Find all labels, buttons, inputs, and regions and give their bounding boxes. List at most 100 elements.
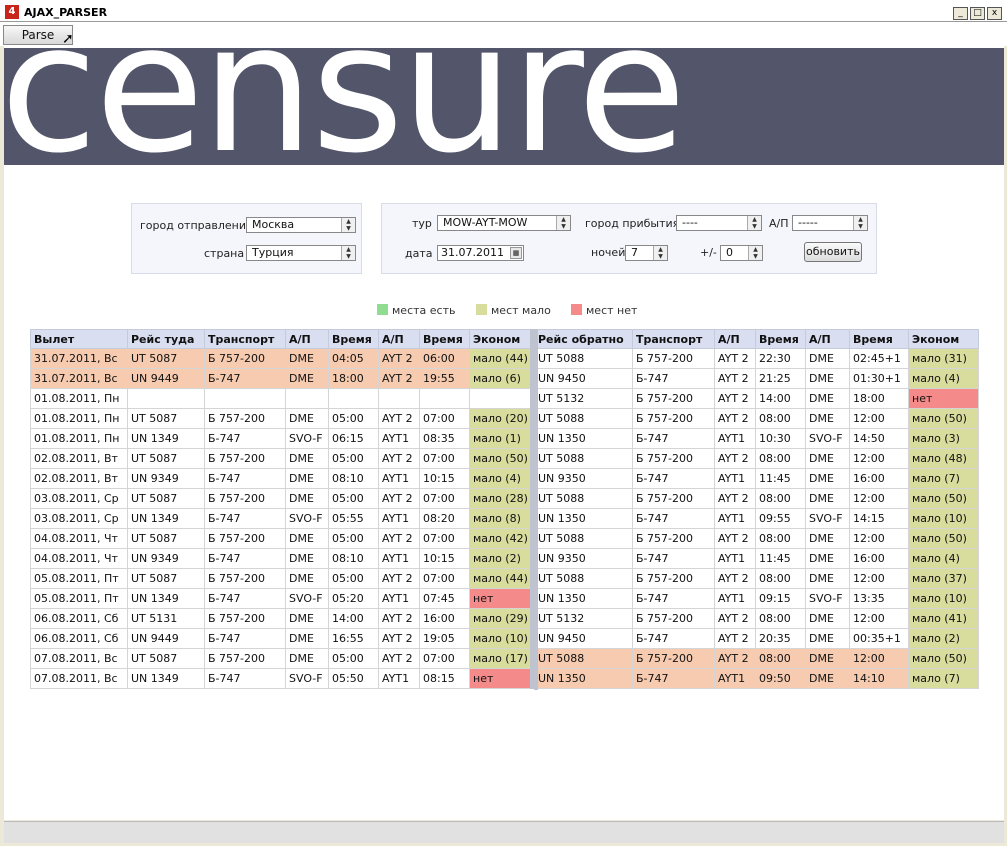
table-cell: SVO-F (285, 428, 329, 449)
table-cell: 11:45 (755, 548, 806, 569)
spinner-icon: ▲ ▼ (853, 216, 867, 230)
table-cell: 05:00 (328, 648, 379, 669)
table-cell: мало (10) (469, 628, 533, 649)
table-cell: нет (469, 588, 533, 609)
table-cell: AYT1 (714, 468, 756, 489)
table-cell: DME (805, 528, 850, 549)
table-cell: 31.07.2011, Вс (30, 348, 128, 369)
table-cell: 08:10 (328, 468, 379, 489)
table-cell: DME (805, 388, 850, 409)
column-header: А/П (714, 329, 756, 349)
flights-table: Вылет Рейс туда Транспорт А/П Время А/П Время Э… (30, 329, 979, 689)
table-cell: 03.08.2011, Ср (30, 508, 128, 529)
table-cell: 09:55 (755, 508, 806, 529)
table-cell: AYT 2 (714, 528, 756, 549)
arrival-city-select[interactable]: ---- ▲ ▼ (676, 215, 762, 231)
table-cell: Б 757-200 (632, 608, 715, 629)
table-cell: AYT 2 (378, 608, 420, 629)
table-cell: Б 757-200 (204, 408, 286, 429)
table-cell: 12:00 (849, 568, 909, 589)
airport-select[interactable]: ----- ▲ ▼ (792, 215, 868, 231)
table-cell: AYT1 (378, 548, 420, 569)
nights-value: 7 (631, 246, 638, 259)
table-cell: 16:55 (328, 628, 379, 649)
close-button[interactable]: x (987, 7, 1002, 20)
table-cell: нет (908, 388, 979, 409)
table-cell: 06.08.2011, Сб (30, 608, 128, 629)
table-cell: DME (805, 488, 850, 509)
table-cell: DME (805, 348, 850, 369)
table-row: 03.08.2011, Ср UT 5087 Б 757-200 DME 05:00 AY… (30, 488, 979, 509)
calendar-icon[interactable]: ▦ (510, 247, 522, 259)
table-cell: 07:00 (419, 488, 470, 509)
column-header: А/П (378, 329, 420, 349)
table-cell: AYT 2 (714, 368, 756, 389)
table-cell: DME (805, 448, 850, 469)
table-cell: DME (805, 628, 850, 649)
table-cell: DME (285, 448, 329, 469)
legend-none: мест нет (571, 304, 637, 317)
table-cell: 08:35 (419, 428, 470, 449)
table-cell: 01.08.2011, Пн (30, 428, 128, 449)
table-cell: UT 5088 (530, 348, 633, 369)
arrival-city-label: город прибытия (585, 217, 680, 230)
table-cell: Б-747 (632, 428, 715, 449)
table-cell: Б-747 (204, 628, 286, 649)
table-cell: мало (48) (908, 448, 979, 469)
table-cell: AYT 2 (714, 568, 756, 589)
table-cell: Б 757-200 (632, 448, 715, 469)
plusminus-label: +/- (700, 246, 717, 259)
country-select[interactable]: Турция ▲ ▼ (246, 245, 356, 261)
table-cell: 02.08.2011, Вт (30, 468, 128, 489)
spinner-icon: ▲ ▼ (747, 216, 761, 230)
table-cell: UN 1350 (530, 588, 633, 609)
table-cell: 11:45 (755, 468, 806, 489)
table-cell: Б-747 (204, 668, 286, 689)
nights-stepper[interactable]: 7 ▲ ▼ (625, 245, 668, 261)
table-cell: 10:15 (419, 468, 470, 489)
refresh-button[interactable]: обновить (804, 242, 862, 262)
minimize-button[interactable]: _ (953, 7, 968, 20)
spinner-icon: ▲ ▼ (341, 246, 355, 260)
table-cell (378, 388, 420, 409)
table-cell: AYT 2 (714, 608, 756, 629)
table-cell: 06.08.2011, Сб (30, 628, 128, 649)
title-bar: 4 AJAX_PARSER _ □ x (0, 0, 1007, 22)
tour-panel: тур MOW-AYT-MOW ▲ ▼ город прибытия ---- ▲… (381, 203, 877, 274)
date-input[interactable]: 31.07.2011 ▦ (437, 245, 524, 261)
table-row: 06.08.2011, Сб UN 9449 Б-747 DME 16:55 AYT 21… (30, 628, 979, 649)
table-cell: 14:00 (328, 608, 379, 629)
table-cell: UT 5088 (530, 568, 633, 589)
table-cell: мало (2) (469, 548, 533, 569)
table-cell: 08:15 (419, 668, 470, 689)
legend-none-label: мест нет (586, 304, 638, 317)
table-cell: DME (805, 548, 850, 569)
table-cell: 07:00 (419, 528, 470, 549)
table-cell: AYT1 (378, 508, 420, 529)
table-cell: DME (285, 608, 329, 629)
table-cell: мало (10) (908, 508, 979, 529)
table-cell: AYT1 (378, 668, 420, 689)
plusminus-stepper[interactable]: 0 ▲ ▼ (720, 245, 763, 261)
table-cell: 16:00 (419, 608, 470, 629)
departure-city-select[interactable]: Москва ▲ ▼ (246, 217, 356, 233)
column-header: Эконом (469, 329, 533, 349)
table-cell: DME (805, 368, 850, 389)
table-cell: мало (41) (908, 608, 979, 629)
maximize-button[interactable]: □ (970, 7, 985, 20)
table-cell: 05:55 (328, 508, 379, 529)
table-row: 05.08.2011, Пт UN 1349 Б-747 SVO-F 05:20 AYT1… (30, 588, 979, 609)
table-cell: UT 5087 (127, 408, 205, 429)
tour-select[interactable]: MOW-AYT-MOW ▲ ▼ (437, 215, 571, 231)
table-cell: UN 1349 (127, 508, 205, 529)
table-cell: SVO-F (805, 428, 850, 449)
country-value: Турция (252, 246, 294, 259)
table-cell: 07:00 (419, 568, 470, 589)
table-cell: UN 9349 (127, 548, 205, 569)
table-cell: Б-747 (204, 588, 286, 609)
table-cell: Б 757-200 (632, 388, 715, 409)
table-cell: 05.08.2011, Пт (30, 588, 128, 609)
table-cell: 08:00 (755, 488, 806, 509)
table-cell: DME (805, 468, 850, 489)
country-label: страна (204, 247, 245, 260)
